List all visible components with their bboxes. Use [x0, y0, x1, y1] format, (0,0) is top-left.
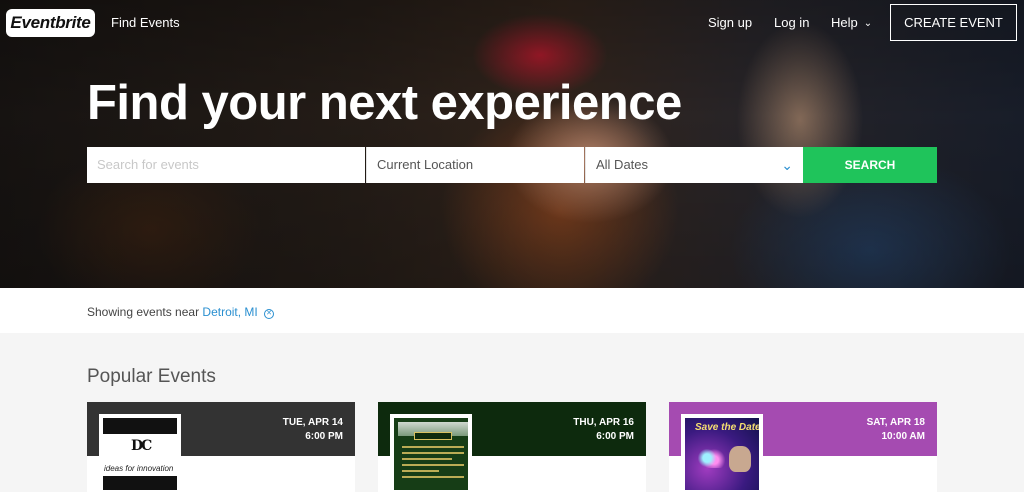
- thumb-title: Save the Date: [695, 422, 759, 433]
- dates-select[interactable]: All Dates ⌄: [585, 147, 803, 183]
- event-time: 10:00 AM: [881, 431, 925, 442]
- location-prefix: Showing events near: [87, 305, 200, 319]
- event-card[interactable]: DC ideas for innovation TUE, APR 14 6:00…: [87, 402, 355, 492]
- search-bar: Search for events Current Location All D…: [87, 147, 937, 183]
- location-strip: Showing events near Detroit, MI ✕: [0, 288, 1024, 333]
- help-label: Help: [831, 15, 858, 30]
- hero-image-overlay: [0, 0, 1024, 288]
- log-in-link[interactable]: Log in: [774, 15, 809, 30]
- hero-banner: Eventbrite Find Events Sign up Log in He…: [0, 0, 1024, 288]
- close-circle-icon[interactable]: ✕: [264, 309, 275, 319]
- eventbrite-logo[interactable]: Eventbrite: [6, 9, 95, 37]
- hero-headline: Find your next experience: [87, 76, 682, 130]
- event-day: TUE, APR 14: [282, 417, 343, 428]
- event-date: TUE, APR 14 6:00 PM: [283, 416, 343, 444]
- event-card[interactable]: THU, APR 16 6:00 PM: [378, 402, 646, 492]
- find-events-link[interactable]: Find Events: [111, 15, 180, 30]
- thumb-logo-mark: DC: [131, 438, 152, 454]
- event-time: 6:00 PM: [596, 431, 634, 442]
- chevron-down-icon: ⌄: [781, 157, 793, 173]
- sign-up-link[interactable]: Sign up: [708, 15, 752, 30]
- create-event-button[interactable]: CREATE EVENT: [890, 4, 1017, 41]
- search-input[interactable]: Search for events: [87, 147, 365, 183]
- event-day: SAT, APR 18: [866, 417, 925, 428]
- chevron-down-icon: ⌄: [863, 18, 873, 29]
- event-day: THU, APR 16: [573, 417, 634, 428]
- location-input[interactable]: Current Location: [366, 147, 584, 183]
- search-button[interactable]: SEARCH: [803, 147, 937, 183]
- help-menu[interactable]: Help ⌄: [831, 15, 872, 30]
- dates-select-value: All Dates: [596, 157, 649, 172]
- popular-events-title: Popular Events: [87, 366, 216, 387]
- event-card[interactable]: Save the Date SAT, APR 18 10:00 AM: [669, 402, 937, 492]
- event-date: THU, APR 16 6:00 PM: [573, 416, 634, 444]
- event-thumbnail: Save the Date: [681, 414, 763, 492]
- event-thumbnail: [390, 414, 472, 492]
- event-thumbnail: DC ideas for innovation: [99, 414, 181, 492]
- location-info: Showing events near Detroit, MI ✕: [87, 305, 275, 320]
- location-link[interactable]: Detroit, MI: [202, 305, 257, 319]
- thumb-caption: ideas for innovation: [104, 464, 174, 473]
- event-date: SAT, APR 18 10:00 AM: [867, 416, 925, 444]
- event-time: 6:00 PM: [305, 431, 343, 442]
